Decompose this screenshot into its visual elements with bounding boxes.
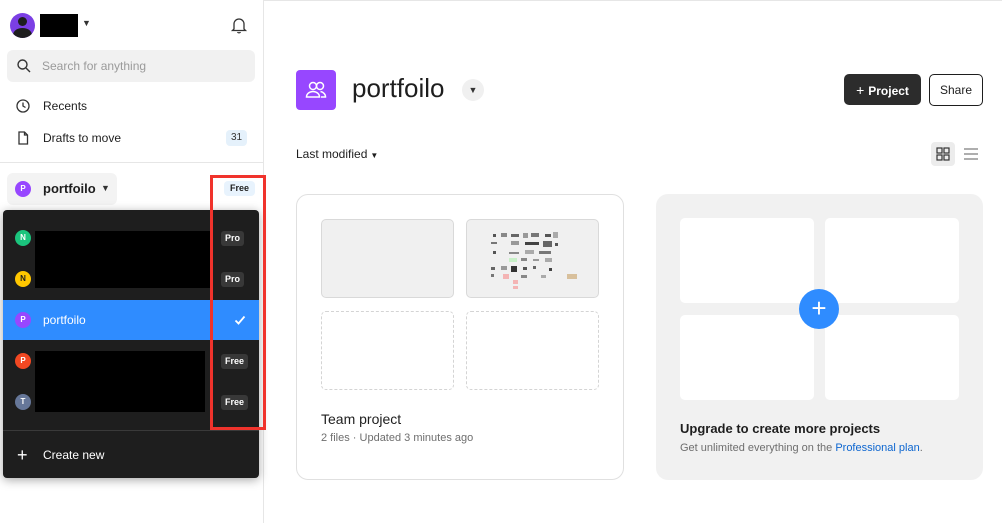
- project-card[interactable]: Team project 2 files · Updated 3 minutes…: [296, 194, 624, 480]
- menu-divider: [3, 430, 259, 431]
- chevron-down-icon: ▼: [370, 151, 379, 160]
- search-icon: [17, 59, 31, 73]
- plus-icon: +: [856, 81, 865, 98]
- plus-icon: +: [17, 445, 28, 465]
- annotation-highlight-box: [210, 175, 266, 430]
- upgrade-subtitle: Get unlimited everything on the Professi…: [680, 442, 923, 454]
- create-new-label: Create new: [43, 448, 105, 462]
- design-preview-image: [491, 232, 577, 289]
- sidebar-item-label: Drafts to move: [43, 131, 122, 145]
- team-switcher[interactable]: P portfoilo ▼: [7, 173, 117, 205]
- team-avatar: P: [15, 353, 31, 369]
- placeholder-tile: [680, 218, 814, 303]
- upgrade-subtitle-text: Get unlimited everything on the: [680, 442, 836, 454]
- file-thumbnail[interactable]: [321, 219, 454, 298]
- chevron-down-icon[interactable]: ▼: [82, 18, 91, 28]
- page-title: portfoilo: [352, 73, 445, 103]
- professional-plan-link[interactable]: Professional plan: [835, 442, 919, 454]
- team-avatar: N: [15, 271, 31, 287]
- team-avatar: P: [15, 181, 31, 197]
- grid-view-toggle[interactable]: [931, 142, 955, 166]
- share-button[interactable]: Share: [929, 74, 983, 106]
- upgrade-card[interactable]: + Upgrade to create more projects Get un…: [656, 194, 983, 480]
- drafts-count-badge: 31: [226, 130, 248, 146]
- new-project-button[interactable]: + Project: [844, 74, 921, 105]
- sort-dropdown[interactable]: Last modified ▼: [296, 147, 378, 161]
- chevron-down-icon: ▼: [101, 183, 110, 193]
- user-avatar[interactable]: [10, 13, 35, 38]
- sidebar-item-recents[interactable]: Recents: [0, 91, 263, 121]
- project-meta: 2 files · Updated 3 minutes ago: [321, 432, 474, 444]
- new-project-label: Project: [868, 83, 909, 98]
- chevron-down-icon[interactable]: ▼: [462, 79, 484, 101]
- upgrade-title: Upgrade to create more projects: [680, 421, 881, 436]
- search-box[interactable]: [7, 50, 255, 82]
- team-avatar: P: [15, 312, 31, 328]
- user-name-redacted: [40, 14, 78, 37]
- team-avatar: T: [15, 394, 31, 410]
- create-new-team-button[interactable]: + Create new: [3, 438, 259, 474]
- team-name-redacted: [35, 259, 211, 288]
- file-thumbnail[interactable]: [466, 219, 599, 298]
- sidebar-divider: [0, 162, 263, 163]
- empty-file-slot: [466, 311, 599, 390]
- placeholder-tile: [825, 218, 959, 303]
- team-menu-label: portfoilo: [43, 313, 86, 327]
- sidebar-item-drafts[interactable]: Drafts to move 31: [0, 123, 263, 153]
- upgrade-subtitle-suffix: .: [919, 442, 923, 454]
- team-name: portfoilo: [43, 181, 96, 196]
- team-avatar: N: [15, 230, 31, 246]
- bell-icon[interactable]: [229, 15, 249, 35]
- search-input[interactable]: [42, 56, 247, 76]
- sort-label: Last modified: [296, 147, 368, 161]
- project-title: Team project: [321, 411, 402, 427]
- grid-icon: [936, 147, 950, 161]
- add-project-plus-icon[interactable]: +: [799, 289, 839, 329]
- list-view-icon[interactable]: [962, 145, 980, 163]
- file-icon: [18, 131, 29, 145]
- sidebar-item-label: Recents: [43, 99, 88, 113]
- team-icon: [296, 70, 336, 110]
- users-icon: [305, 81, 327, 98]
- empty-file-slot: [321, 311, 454, 390]
- placeholder-tile: [680, 315, 814, 400]
- placeholder-tile: [825, 315, 959, 400]
- clock-icon: [16, 99, 30, 113]
